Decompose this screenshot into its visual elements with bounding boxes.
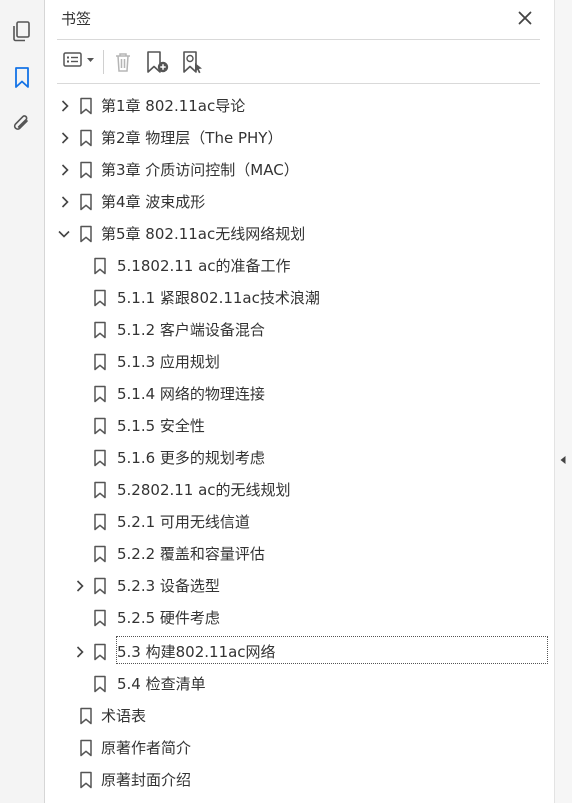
toolbar-separator (103, 50, 104, 74)
close-icon[interactable] (513, 6, 537, 30)
bookmark-item[interactable]: 5.1.3 应用规划 (45, 348, 554, 376)
bookmark-label: 5.2.5 硬件考虑 (117, 609, 220, 627)
bookmark-item[interactable]: 5.2.5 硬件考虑 (45, 604, 554, 632)
bookmark-item[interactable]: 第2章 物理层（The PHY） (45, 124, 554, 152)
bookmark-label: 5.2.1 可用无线信道 (117, 513, 250, 531)
bookmark-label: 5.1.3 应用规划 (117, 353, 220, 371)
bookmark-icon (79, 193, 93, 211)
bookmark-item[interactable]: 原著作者简介 (45, 734, 554, 762)
bookmark-item[interactable]: 5.2.2 覆盖和容量评估 (45, 540, 554, 568)
bookmark-item[interactable]: 5.2.3 设备选型 (45, 572, 554, 600)
bookmark-label: 第5章 802.11ac无线网络规划 (101, 225, 306, 243)
chevron-right-icon[interactable] (57, 98, 73, 114)
bookmark-icon (93, 481, 107, 499)
pages-icon[interactable] (8, 18, 36, 46)
bookmark-label: 5.4 检查清单 (117, 675, 206, 693)
bookmark-label: 5.1.5 安全性 (117, 417, 205, 435)
bookmark-item[interactable]: 5.1.5 安全性 (45, 412, 554, 440)
panel-collapse-handle[interactable] (554, 0, 572, 803)
bookmark-item[interactable]: 5.1.1 紧跟802.11ac技术浪潮 (45, 284, 554, 312)
bookmark-icon (79, 771, 93, 789)
bookmark-icon (93, 385, 107, 403)
bookmark-item[interactable]: 第1章 802.11ac导论 (45, 92, 554, 120)
bookmark-icon (93, 353, 107, 371)
bookmark-icon (93, 577, 107, 595)
bookmark-item[interactable]: 第4章 波束成形 (45, 188, 554, 216)
bookmark-label: 原著作者简介 (101, 739, 192, 757)
bookmark-item[interactable]: 术语表 (45, 702, 554, 730)
bookmark-icon (93, 675, 107, 693)
bookmark-label: 5.1.1 紧跟802.11ac技术浪潮 (117, 289, 320, 307)
bookmark-item[interactable]: 原著封面介绍 (45, 766, 554, 794)
add-bookmark-icon[interactable] (143, 47, 171, 77)
bookmark-label: 第2章 物理层（The PHY） (101, 129, 283, 147)
panel-title: 书签 (61, 10, 92, 28)
bookmark-label: 术语表 (101, 707, 147, 725)
chevron-right-icon[interactable] (72, 644, 88, 660)
bookmark-item[interactable]: 5.1.2 客户端设备混合 (45, 316, 554, 344)
bookmark-label: 5.1.6 更多的规划考虑 (117, 449, 265, 467)
bookmark-item[interactable]: 5.1.6 更多的规划考虑 (45, 444, 554, 472)
bookmark-item[interactable]: 第5章 802.11ac无线网络规划 (45, 220, 554, 248)
bookmark-item[interactable]: 5.2802.11 ac的无线规划 (45, 476, 554, 504)
attachment-icon[interactable] (8, 110, 36, 138)
bookmark-icon (79, 707, 93, 725)
bookmark-label: 5.1.4 网络的物理连接 (117, 385, 265, 403)
navigation-rail (0, 0, 45, 803)
bookmark-label: 5.2.3 设备选型 (117, 577, 220, 595)
bookmark-icon (79, 97, 93, 115)
options-menu-icon (62, 51, 96, 73)
bookmark-item[interactable]: 第3章 介质访问控制（MAC） (45, 156, 554, 184)
bookmark-label: 5.3 构建802.11ac网络 (117, 643, 276, 661)
bookmark-icon (93, 449, 107, 467)
bookmark-item-selected[interactable]: 5.3 构建802.11ac网络 (45, 636, 554, 666)
bookmark-icon (93, 643, 107, 661)
divider (57, 39, 540, 40)
divider (57, 83, 540, 84)
bookmark-icon (93, 513, 107, 531)
bookmark-icon (93, 609, 107, 627)
chevron-right-icon[interactable] (57, 194, 73, 210)
bookmark-label: 5.2802.11 ac的无线规划 (117, 481, 291, 499)
bookmark-item[interactable]: 5.4 检查清单 (45, 670, 554, 698)
chevron-right-icon[interactable] (72, 578, 88, 594)
bookmarks-panel: 书签 第1章 802.11ac导论 第2章 物理层（The PHY） 第3章 介… (45, 0, 554, 803)
bookmark-icon (79, 161, 93, 179)
chevron-down-icon[interactable] (56, 226, 72, 242)
bookmark-icon (93, 321, 107, 339)
collapse-arrow-icon[interactable] (559, 450, 567, 469)
bookmark-icon (79, 129, 93, 147)
bookmark-label: 5.1.2 客户端设备混合 (117, 321, 265, 339)
bookmark-icon[interactable] (8, 64, 36, 92)
bookmark-icon (79, 739, 93, 757)
chevron-right-icon[interactable] (57, 162, 73, 178)
options-menu-button[interactable] (59, 47, 99, 77)
chevron-right-icon[interactable] (57, 130, 73, 146)
bookmark-item[interactable]: 5.1802.11 ac的准备工作 (45, 252, 554, 280)
bookmark-label: 5.2.2 覆盖和容量评估 (117, 545, 265, 563)
bookmark-icon (79, 225, 93, 243)
delete-icon[interactable] (111, 47, 135, 77)
bookmark-label: 原著封面介绍 (101, 771, 192, 789)
bookmark-icon (93, 257, 107, 275)
bookmark-search-icon[interactable] (179, 47, 207, 77)
bookmark-icon (93, 417, 107, 435)
bookmark-label: 第1章 802.11ac导论 (101, 97, 246, 115)
bookmark-icon (93, 289, 107, 307)
bookmark-label: 第3章 介质访问控制（MAC） (101, 161, 299, 179)
bookmark-item[interactable]: 5.1.4 网络的物理连接 (45, 380, 554, 408)
bookmark-label: 5.1802.11 ac的准备工作 (117, 257, 291, 275)
bookmark-label: 第4章 波束成形 (101, 193, 206, 211)
bookmark-item[interactable]: 5.2.1 可用无线信道 (45, 508, 554, 536)
bookmark-icon (93, 545, 107, 563)
